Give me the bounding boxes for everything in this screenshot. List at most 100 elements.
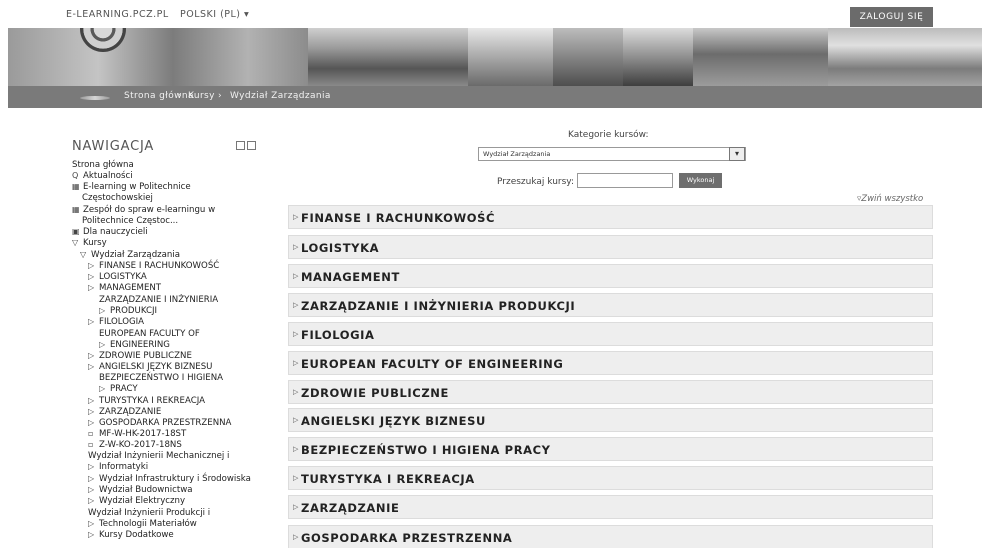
nav-item[interactable]: ▷ TURYSTYKA I REKREACJA — [88, 396, 205, 406]
hide-block-icon[interactable] — [247, 141, 256, 150]
nav-item-label: FINANSE I RACHUNKOWOŚĆ — [99, 261, 220, 271]
nav-item[interactable]: ▷ Wydział Infrastruktury i Środowiska — [88, 474, 251, 484]
category-select[interactable]: Wydział Zarządzania ▾ — [478, 147, 746, 161]
nav-item[interactable]: ▽ Wydział Zarządzania — [80, 250, 180, 260]
nav-item[interactable]: ▷ PRODUKCJI — [99, 306, 157, 316]
nav-item[interactable]: ▷ LOGISTYKA — [88, 272, 147, 282]
nav-item[interactable]: Wydział Inżynierii Mechanicznej i — [88, 451, 229, 461]
nav-item[interactable]: ▷ ENGINEERING — [99, 340, 170, 350]
category-label: MANAGEMENT — [301, 270, 400, 284]
nav-item-label: Wydział Zarządzania — [91, 250, 181, 260]
nav-item[interactable]: Częstochowskiej — [82, 193, 153, 203]
nav-item[interactable]: ▷ FILOLOGIA — [88, 317, 144, 327]
expand-triangle-icon: ▷ — [293, 388, 299, 396]
nav-item-icon: ▦ — [72, 182, 80, 191]
banner-photo — [828, 28, 982, 86]
nav-item-icon: ▽ — [72, 238, 79, 247]
nav-item[interactable]: Politechnice Częstoc... — [82, 216, 178, 226]
dock-block-icon[interactable] — [236, 141, 245, 150]
category-label: FILOLOGIA — [301, 328, 375, 342]
nav-item[interactable]: BEZPIECZEŃSTWO I HIGIENA — [99, 373, 223, 383]
category-bar[interactable]: ▷ LOGISTYKA — [288, 235, 933, 259]
category-bar[interactable]: ▷ ZDROWIE PUBLICZNE — [288, 380, 933, 404]
nav-item[interactable]: EUROPEAN FACULTY OF — [99, 329, 200, 339]
chevron-down-icon: ▾ — [729, 147, 745, 161]
nav-item-icon: ▷ — [88, 362, 95, 371]
nav-item[interactable]: Strona główna — [72, 160, 134, 170]
nav-item-label: MF-W-HK-2017-18ST — [99, 429, 187, 439]
site-link[interactable]: E-LEARNING.PCZ.PL — [66, 9, 169, 20]
nav-item[interactable]: ▷ ZDROWIE PUBLICZNE — [88, 351, 192, 361]
nav-item-icon: ▷ — [88, 462, 95, 471]
nav-item[interactable]: Wydział Inżynierii Produkcji i — [88, 508, 210, 518]
nav-item[interactable]: ▷ ANGIELSKI JĘZYK BIZNESU — [88, 362, 212, 372]
nav-item[interactable]: ZARZĄDZANIE I INŻYNIERIA — [99, 295, 218, 305]
nav-item[interactable]: ▷ Informatyki — [88, 462, 148, 472]
breadcrumb-home[interactable]: Strona główna — [124, 91, 194, 101]
nav-item[interactable]: ▫ Z-W-KO-2017-18NS — [88, 440, 182, 450]
nav-item[interactable]: ▦ E-learning w Politechnice — [72, 182, 191, 192]
category-label: ZDROWIE PUBLICZNE — [301, 386, 449, 400]
nav-item-label: BEZPIECZEŃSTWO I HIGIENA — [99, 373, 223, 383]
nav-item[interactable]: ▷ GOSPODARKA PRZESTRZENNA — [88, 418, 231, 428]
nav-item[interactable]: ▽ Kursy — [72, 238, 107, 248]
nav-item-label: ANGIELSKI JĘZYK BIZNESU — [99, 362, 213, 372]
nav-item-icon: ▫ — [88, 440, 94, 449]
nav-item[interactable]: ▷ ZARZĄDZANIE — [88, 407, 161, 417]
nav-item-icon: ▷ — [88, 261, 95, 270]
collapse-all-link[interactable]: ▿Zwiń wszystko — [857, 194, 923, 204]
search-input[interactable] — [577, 173, 673, 188]
expand-triangle-icon: ▷ — [293, 213, 299, 221]
expand-triangle-icon: ▷ — [293, 301, 299, 309]
category-bar[interactable]: ▷ GOSPODARKA PRZESTRZENNA — [288, 525, 933, 548]
nav-item-icon: ▷ — [88, 519, 95, 528]
category-bar[interactable]: ▷ EUROPEAN FACULTY OF ENGINEERING — [288, 351, 933, 375]
category-bar[interactable]: ▷ TURYSTYKA I REKREACJA — [288, 466, 933, 490]
expand-triangle-icon: ▷ — [293, 474, 299, 482]
nav-item-icon: ▷ — [88, 351, 95, 360]
search-button[interactable]: Wykonaj — [679, 173, 722, 188]
search-label: Przeszukaj kursy: — [497, 177, 575, 187]
nav-item-label: Aktualności — [83, 171, 133, 181]
banner-photo — [623, 28, 693, 86]
breadcrumb-courses[interactable]: Kursy — [188, 91, 215, 101]
category-bar[interactable]: ▷ MANAGEMENT — [288, 264, 933, 288]
login-button[interactable]: ZALOGUJ SIĘ — [850, 7, 933, 27]
category-bar[interactable]: ▷ FILOLOGIA — [288, 322, 933, 346]
expand-triangle-icon: ▷ — [293, 533, 299, 541]
nav-item[interactable]: ▷ Technologii Materiałów — [88, 519, 197, 529]
nav-item[interactable]: ▷ MANAGEMENT — [88, 283, 161, 293]
nav-item-label: LOGISTYKA — [99, 272, 147, 282]
nav-item-icon: ▷ — [88, 396, 95, 405]
nav-item[interactable]: ▷ FINANSE I RACHUNKOWOŚĆ — [88, 261, 219, 271]
expand-triangle-icon: ▷ — [293, 359, 299, 367]
category-label: ANGIELSKI JĘZYK BIZNESU — [301, 414, 486, 428]
nav-item[interactable]: ▷ Kursy Dodatkowe — [88, 530, 174, 540]
nav-item[interactable]: ▷ PRACY — [99, 384, 138, 394]
category-bar[interactable]: ▷ BEZPIECZEŃSTWO I HIGIENA PRACY — [288, 437, 933, 461]
expand-triangle-icon: ▷ — [293, 272, 299, 280]
expand-triangle-icon: ▷ — [293, 503, 299, 511]
nav-item[interactable]: ▷ Wydział Budownictwa — [88, 485, 193, 495]
nav-item-icon: ▷ — [99, 384, 106, 393]
nav-item-label: Wydział Infrastruktury i Środowiska — [99, 474, 251, 484]
category-bar[interactable]: ▷ ANGIELSKI JĘZYK BIZNESU — [288, 408, 933, 432]
nav-item[interactable]: ▷ Wydział Elektryczny — [88, 496, 185, 506]
language-menu[interactable]: POLSKI (PL) ▾ — [180, 9, 249, 20]
nav-item-icon: Q — [72, 171, 79, 180]
nav-item-label: ZARZĄDZANIE — [99, 407, 162, 417]
nav-item[interactable]: ▣ Dla nauczycieli — [72, 227, 148, 237]
category-bar[interactable]: ▷ FINANSE I RACHUNKOWOŚĆ — [288, 205, 933, 229]
category-bar[interactable]: ▷ ZARZĄDZANIE — [288, 495, 933, 519]
category-bar[interactable]: ▷ ZARZĄDZANIE I INŻYNIERIA PRODUKCJI — [288, 293, 933, 317]
expand-triangle-icon: ▷ — [293, 243, 299, 251]
nav-item[interactable]: Q Aktualności — [72, 171, 133, 181]
category-label: LOGISTYKA — [301, 241, 380, 255]
nav-item-label: EUROPEAN FACULTY OF — [99, 329, 200, 339]
nav-item[interactable]: ▦ Zespół do spraw e-learningu w — [72, 205, 215, 215]
nav-item[interactable]: ▫ MF-W-HK-2017-18ST — [88, 429, 186, 439]
banner-photo — [693, 28, 828, 86]
nav-item-icon: ▷ — [88, 317, 95, 326]
category-label: FINANSE I RACHUNKOWOŚĆ — [301, 211, 496, 225]
nav-item-label: Kursy Dodatkowe — [99, 530, 174, 540]
